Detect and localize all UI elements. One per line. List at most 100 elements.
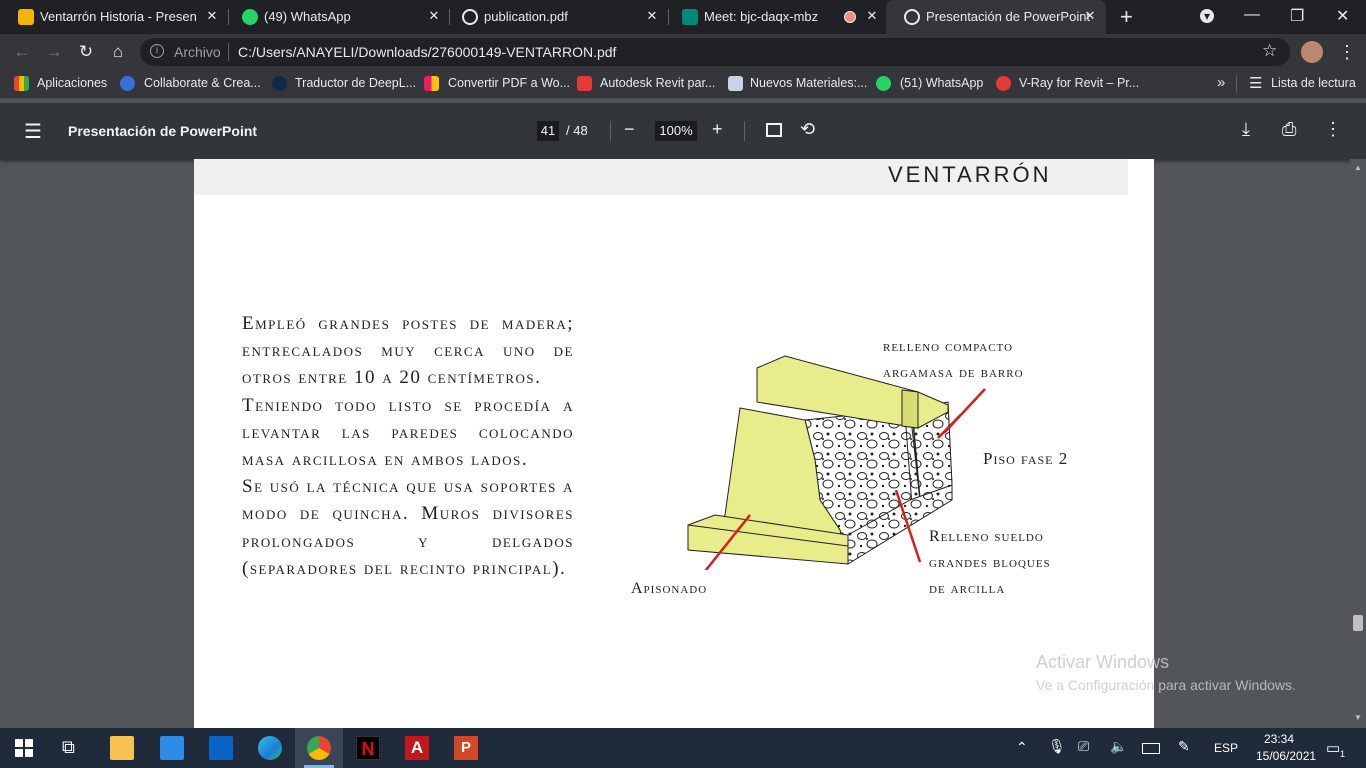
label-relleno-sueldo: Relleno sueldo (929, 528, 1044, 545)
zoom-input[interactable]: 100% (655, 121, 697, 141)
autocad-icon[interactable]: A (405, 736, 429, 760)
tab-ventarron-historia[interactable]: Ventarrón Historia - Presentación ✕ (0, 0, 228, 34)
activation-watermark-subtitle: Ve a Configuración para activar Windows. (1036, 677, 1296, 693)
materials-icon (728, 76, 743, 91)
label-apisonado: Apisonado (631, 580, 708, 597)
close-tab-icon[interactable]: ✕ (1082, 8, 1098, 24)
rotate-icon[interactable]: ⟲ (800, 119, 815, 140)
task-view-icon[interactable]: ⧉ (62, 737, 75, 758)
close-tab-icon[interactable]: ✕ (204, 8, 220, 24)
scroll-up-arrow-icon[interactable]: ▲ (1354, 163, 1362, 172)
bookmark-autodesk-revit[interactable]: Autodesk Revit par... (600, 76, 715, 90)
bookmark-deepl[interactable]: Traductor de DeepL... (295, 76, 416, 90)
recording-icon (844, 11, 856, 23)
hamburger-menu-icon[interactable]: ☰ (24, 119, 42, 144)
netflix-icon[interactable]: N (356, 736, 380, 760)
more-actions-icon[interactable]: ⋮ (1324, 119, 1342, 140)
tab-publication-pdf[interactable]: publication.pdf ✕ (444, 0, 668, 34)
tab-search-icon[interactable]: ▾ (1200, 9, 1214, 23)
avatar[interactable] (1301, 41, 1323, 63)
pdf-convert-icon (424, 76, 439, 91)
tab-title: (49) WhatsApp (264, 9, 351, 24)
scroll-thumb[interactable] (1353, 615, 1363, 631)
microphone-icon[interactable]: 🎙 (1048, 738, 1066, 755)
scroll-down-arrow-icon[interactable]: ▼ (1354, 713, 1362, 722)
chrome-icon[interactable] (307, 736, 331, 760)
tab-title: Meet: bjc-daqx-mbz (704, 9, 819, 24)
store-icon[interactable] (160, 736, 184, 760)
download-icon[interactable]: ⤓ (1242, 119, 1250, 140)
close-tab-icon[interactable]: ✕ (864, 8, 880, 24)
restore-icon[interactable]: ❐ (1290, 6, 1304, 26)
home-icon[interactable]: ⌂ (108, 42, 128, 62)
paragraph: Se usó la técnica que usa soportes a mod… (242, 476, 574, 579)
fit-page-icon[interactable] (766, 123, 782, 137)
windows-start-icon[interactable] (15, 739, 33, 757)
language-indicator[interactable]: ESP (1214, 741, 1238, 755)
mail-icon[interactable] (209, 736, 233, 760)
tab-title: publication.pdf (484, 9, 568, 24)
more-bookmarks-button[interactable]: » (1217, 74, 1225, 91)
info-icon[interactable]: i (150, 44, 164, 58)
label-argamasa-de-barro: argamasa de barro (883, 364, 1024, 381)
file-explorer-icon[interactable] (110, 736, 134, 760)
label-piso-fase-2: Piso fase 2 (983, 449, 1069, 468)
windows-taskbar (0, 728, 1366, 768)
bookmark-collaborate[interactable]: Collaborate & Crea... (144, 76, 261, 90)
autodesk-icon (577, 76, 592, 91)
globe-icon (462, 9, 478, 25)
pen-icon[interactable]: ✎ (1178, 738, 1190, 755)
back-icon[interactable]: ← (12, 42, 32, 62)
tab-presentacion-powerpoint[interactable]: Presentación de PowerPoint ✕ (886, 0, 1106, 34)
print-icon[interactable]: ⎙ (1282, 119, 1296, 140)
powerpoint-icon[interactable]: P (454, 736, 478, 760)
close-window-icon[interactable]: ✕ (1336, 6, 1349, 26)
slide-body-text: Empleó grandes postes de madera; entreca… (242, 310, 574, 582)
reload-icon[interactable]: ↻ (76, 42, 96, 62)
zoom-out-icon[interactable]: − (624, 119, 635, 140)
separator (744, 121, 745, 141)
battery-icon[interactable] (1142, 743, 1160, 754)
close-tab-icon[interactable]: ✕ (644, 8, 660, 24)
pointer-line-top (943, 388, 986, 434)
new-tab-button[interactable]: + (1120, 4, 1133, 30)
label-grandes-bloques: grandes bloques (929, 554, 1051, 571)
forward-icon[interactable]: → (44, 42, 64, 62)
clock-time[interactable]: 23:34 (1264, 732, 1294, 746)
tab-meet[interactable]: Meet: bjc-daqx-mbz ✕ (664, 0, 888, 34)
bookmark-aplicaciones[interactable]: Aplicaciones (37, 76, 107, 90)
bookmark-vray[interactable]: V-Ray for Revit – Pr... (1019, 76, 1139, 90)
bookmark-whatsapp[interactable]: (51) WhatsApp (900, 76, 983, 90)
meet-now-icon[interactable]: ⎚ (1078, 738, 1089, 755)
edge-icon[interactable] (258, 736, 282, 760)
tab-title: Ventarrón Historia - Presentación (40, 9, 196, 24)
bookmark-nuevos-materiales[interactable]: Nuevos Materiales:... (750, 76, 867, 90)
address-bar[interactable]: i Archivo C:/Users/ANAYELI/Downloads/276… (140, 38, 1290, 66)
tab-strip: Ventarrón Historia - Presentación ✕ (49)… (0, 0, 1366, 34)
menu-dots-icon[interactable]: ⋮ (1338, 42, 1356, 63)
page-number-input[interactable]: 41 (537, 121, 559, 141)
slide-heading: ventarrón (888, 154, 1052, 189)
close-tab-icon[interactable]: ✕ (426, 8, 442, 24)
volume-icon[interactable]: 🔈 (1110, 738, 1127, 755)
vray-icon (996, 76, 1011, 91)
minimize-icon[interactable]: — (1244, 6, 1260, 24)
clock-date[interactable]: 15/06/2021 (1256, 749, 1316, 763)
collaborate-icon (120, 76, 135, 91)
label-relleno-compacto: relleno compacto (883, 338, 1014, 355)
notification-center-icon[interactable]: ▭ (1326, 739, 1340, 757)
chevron-up-icon[interactable]: ⌃ (1016, 739, 1028, 756)
label-de-arcilla: de arcilla (929, 580, 1006, 597)
separator (228, 43, 229, 61)
bookmark-star-icon[interactable]: ☆ (1262, 41, 1277, 61)
reading-list-button[interactable]: Lista de lectura (1271, 76, 1356, 90)
activation-watermark-title: Activar Windows (1036, 652, 1170, 672)
separator (1236, 76, 1237, 92)
tab-whatsapp[interactable]: (49) WhatsApp ✕ (224, 0, 450, 34)
tab-title: Presentación de PowerPoint (926, 9, 1091, 24)
vertical-scrollbar[interactable]: ▲ ▼ (1350, 159, 1366, 728)
apps-grid-icon (14, 76, 29, 91)
zoom-in-icon[interactable]: + (712, 119, 723, 140)
scheme-label: Archivo (174, 44, 221, 60)
bookmark-convertir-pdf[interactable]: Convertir PDF a Wo... (448, 76, 570, 90)
